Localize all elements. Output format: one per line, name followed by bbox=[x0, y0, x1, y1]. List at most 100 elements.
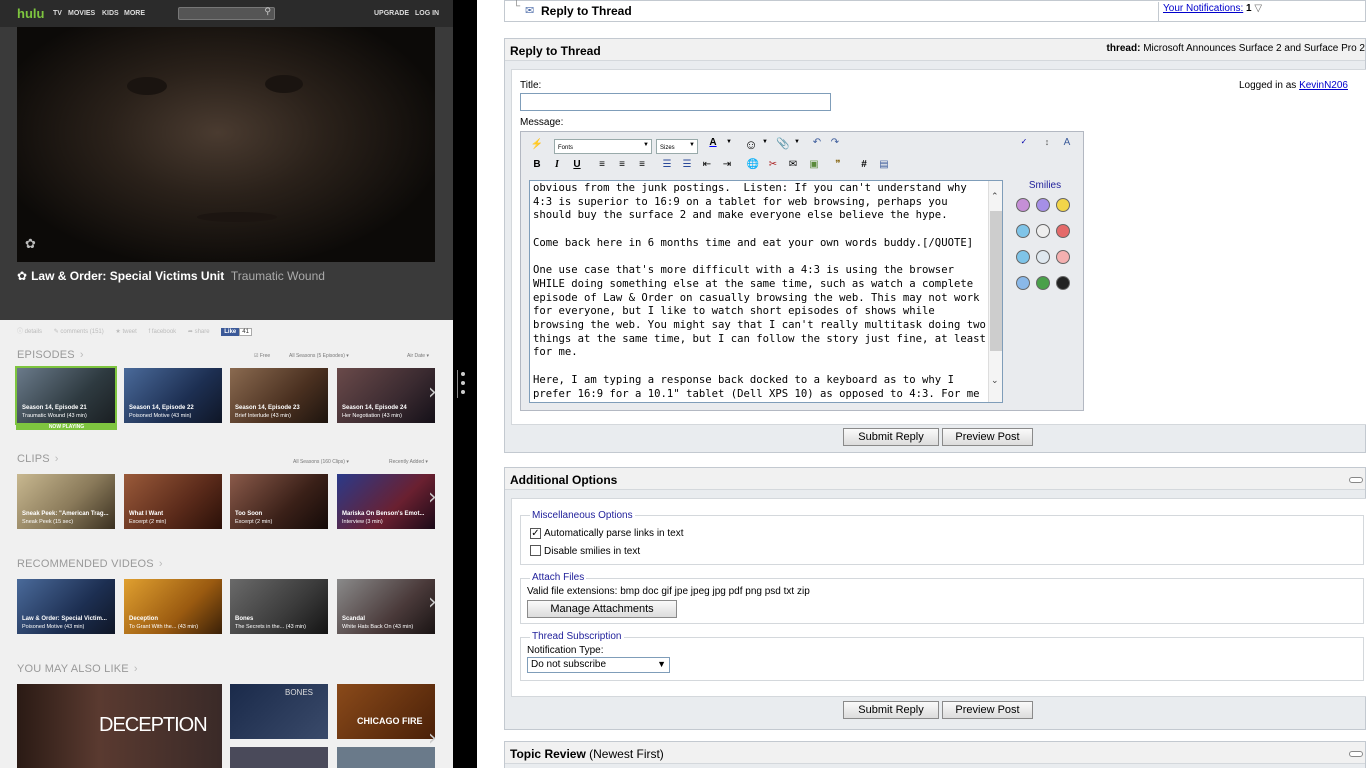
smiley-icon[interactable] bbox=[1056, 198, 1070, 212]
chevron-down-icon[interactable]: ▼ bbox=[789, 139, 805, 155]
chevron-down-icon[interactable]: ▼ bbox=[721, 139, 737, 155]
smiley-icon[interactable] bbox=[1036, 198, 1050, 212]
promo-tile[interactable] bbox=[337, 747, 435, 768]
also-like-heading[interactable]: YOU MAY ALSO LIKE › bbox=[17, 663, 138, 675]
smiley-icon[interactable] bbox=[1036, 224, 1050, 238]
clips-heading[interactable]: CLIPS › bbox=[17, 453, 59, 465]
details-link[interactable]: ⓘ details bbox=[17, 329, 42, 335]
show-title[interactable]: Law & Order: Special Victims Unit bbox=[31, 269, 224, 283]
collapse-icon[interactable] bbox=[1349, 751, 1363, 757]
search-icon[interactable]: ⚲ bbox=[264, 7, 271, 17]
remove-format-icon[interactable]: A bbox=[1059, 137, 1075, 153]
clips-filter-seasons[interactable]: All Seasons (160 Clips) ▾ bbox=[293, 459, 349, 465]
scroll-up-icon[interactable]: ⌃ bbox=[991, 191, 999, 202]
submit-reply-button[interactable]: Submit Reply bbox=[843, 701, 939, 719]
episodes-heading[interactable]: EPISODES › bbox=[17, 349, 84, 361]
italic-icon[interactable]: I bbox=[549, 159, 565, 175]
episode-thumb[interactable]: Season 14, Episode 22 Poisoned Motive (43… bbox=[124, 368, 222, 423]
undo-icon[interactable]: ↶ bbox=[809, 137, 825, 153]
preview-post-button[interactable]: Preview Post bbox=[942, 701, 1033, 719]
promo-tile[interactable] bbox=[230, 747, 328, 768]
textarea-scrollbar[interactable]: ⌃ ⌄ bbox=[988, 181, 1002, 402]
recommended-thumb[interactable]: Bones The Secrets in the... (43 min) bbox=[230, 579, 328, 634]
chevron-right-icon[interactable]: › bbox=[428, 590, 444, 620]
chevron-right-icon[interactable]: › bbox=[428, 485, 444, 515]
smiley-icon[interactable] bbox=[1036, 250, 1050, 264]
chevron-down-icon[interactable]: ▼ bbox=[757, 139, 773, 155]
unlink-icon[interactable]: ✂ bbox=[765, 159, 781, 175]
outdent-icon[interactable]: ⇤ bbox=[699, 159, 715, 175]
tweet-link[interactable]: ★ tweet bbox=[115, 329, 136, 335]
align-left-icon[interactable]: ≡ bbox=[594, 159, 610, 175]
clips-sort[interactable]: Recently Added ▾ bbox=[389, 459, 428, 465]
episode-thumb[interactable]: Season 14, Episode 24 Her Negotiation (43… bbox=[337, 368, 435, 423]
episodes-filter-free[interactable]: ☑ Free bbox=[254, 353, 270, 359]
smiley-icon[interactable] bbox=[1036, 276, 1050, 290]
scroll-down-icon[interactable]: ⌄ bbox=[991, 375, 999, 386]
smiley-icon[interactable] bbox=[1016, 198, 1030, 212]
php-icon[interactable]: ▤ bbox=[876, 159, 892, 175]
switch-mode-icon[interactable]: ⚡ bbox=[529, 139, 545, 155]
recommended-thumb[interactable]: Law & Order: Special Victim... Poisoned M… bbox=[17, 579, 115, 634]
spellcheck-icon[interactable]: ✓ bbox=[1016, 137, 1032, 153]
share-link[interactable]: ➦ share bbox=[188, 329, 210, 335]
title-input[interactable] bbox=[520, 93, 831, 111]
size-select[interactable]: Sizes ▼ bbox=[656, 139, 698, 154]
preview-post-button[interactable]: Preview Post bbox=[942, 428, 1033, 446]
upgrade-link[interactable]: UPGRADE bbox=[374, 10, 409, 17]
smiley-icon[interactable] bbox=[1016, 224, 1030, 238]
font-select[interactable]: Fonts ▼ bbox=[554, 139, 652, 154]
notification-type-select[interactable]: Do not subscribe ▼ bbox=[527, 657, 670, 673]
chevron-right-icon[interactable]: › bbox=[428, 726, 444, 756]
episode-thumb[interactable]: Season 14, Episode 23 Brief Interlude (43… bbox=[230, 368, 328, 423]
nav-tv[interactable]: TV bbox=[53, 10, 62, 17]
promo-tile[interactable]: DECEPTION bbox=[17, 684, 222, 768]
chevron-down-icon[interactable]: ▽ bbox=[1254, 3, 1262, 14]
resize-icon[interactable]: ↕ bbox=[1039, 137, 1055, 153]
clip-thumb[interactable]: What I Want Excerpt (2 min) bbox=[124, 474, 222, 529]
search-input[interactable]: ⚲ bbox=[178, 7, 275, 20]
submit-reply-button[interactable]: Submit Reply bbox=[843, 428, 939, 446]
nav-movies[interactable]: MOVIES bbox=[68, 10, 95, 17]
recommended-thumb[interactable]: Scandal White Hats Back On (43 min) bbox=[337, 579, 435, 634]
redo-icon[interactable]: ↷ bbox=[827, 137, 843, 153]
ordered-list-icon[interactable]: ☰ bbox=[659, 159, 675, 175]
align-right-icon[interactable]: ≡ bbox=[634, 159, 650, 175]
chevron-right-icon[interactable]: › bbox=[428, 380, 444, 410]
facebook-link[interactable]: f facebook bbox=[148, 329, 176, 335]
align-center-icon[interactable]: ≡ bbox=[614, 159, 630, 175]
indent-icon[interactable]: ⇥ bbox=[719, 159, 735, 175]
collapse-icon[interactable] bbox=[1349, 477, 1363, 483]
underline-icon[interactable]: U bbox=[569, 159, 585, 175]
parse-links-label[interactable]: Automatically parse links in text bbox=[544, 528, 684, 539]
manage-attachments-button[interactable]: Manage Attachments bbox=[527, 600, 677, 618]
clip-thumb[interactable]: Too Soon Excerpt (2 min) bbox=[230, 474, 328, 529]
episodes-sort[interactable]: Air Date ▾ bbox=[407, 353, 429, 359]
nav-kids[interactable]: KIDS bbox=[102, 10, 119, 17]
smiley-icon[interactable] bbox=[1016, 276, 1030, 290]
notifications-link[interactable]: Your Notifications: bbox=[1163, 3, 1243, 14]
video-frame[interactable]: ✿ bbox=[17, 27, 435, 262]
email-icon[interactable]: ✉ bbox=[785, 159, 801, 175]
nav-more[interactable]: MORE bbox=[124, 10, 145, 17]
bold-icon[interactable]: B bbox=[529, 159, 545, 175]
smiley-icon[interactable] bbox=[1056, 224, 1070, 238]
divider-grip-icon[interactable] bbox=[461, 372, 465, 399]
clip-thumb[interactable]: Mariska On Benson's Emot... Interview (3 … bbox=[337, 474, 435, 529]
quote-icon[interactable]: ❞ bbox=[830, 159, 846, 175]
disable-smilies-checkbox[interactable] bbox=[530, 545, 541, 556]
smiley-icon[interactable] bbox=[1016, 250, 1030, 264]
disable-smilies-label[interactable]: Disable smilies in text bbox=[544, 546, 640, 557]
promo-tile[interactable]: BONES bbox=[230, 684, 328, 739]
message-textarea[interactable]: obvious from the junk postings. Listen: … bbox=[529, 180, 1003, 403]
episodes-filter-seasons[interactable]: All Seasons (5 Episodes) ▾ bbox=[289, 353, 349, 359]
scroll-thumb[interactable] bbox=[990, 211, 1002, 351]
parse-links-checkbox[interactable]: ✓ bbox=[530, 528, 541, 539]
unordered-list-icon[interactable]: ☰ bbox=[679, 159, 695, 175]
clip-thumb[interactable]: Sneak Peek: "American Trag... Sneak Peek … bbox=[17, 474, 115, 529]
login-link[interactable]: LOG IN bbox=[415, 10, 439, 17]
username-link[interactable]: KevinN206 bbox=[1299, 80, 1348, 91]
episode-thumb[interactable]: Season 14, Episode 21 Traumatic Wound (43… bbox=[15, 366, 117, 425]
text-color-icon[interactable]: A bbox=[705, 137, 721, 153]
comments-link[interactable]: ✎ comments (151) bbox=[54, 329, 104, 335]
